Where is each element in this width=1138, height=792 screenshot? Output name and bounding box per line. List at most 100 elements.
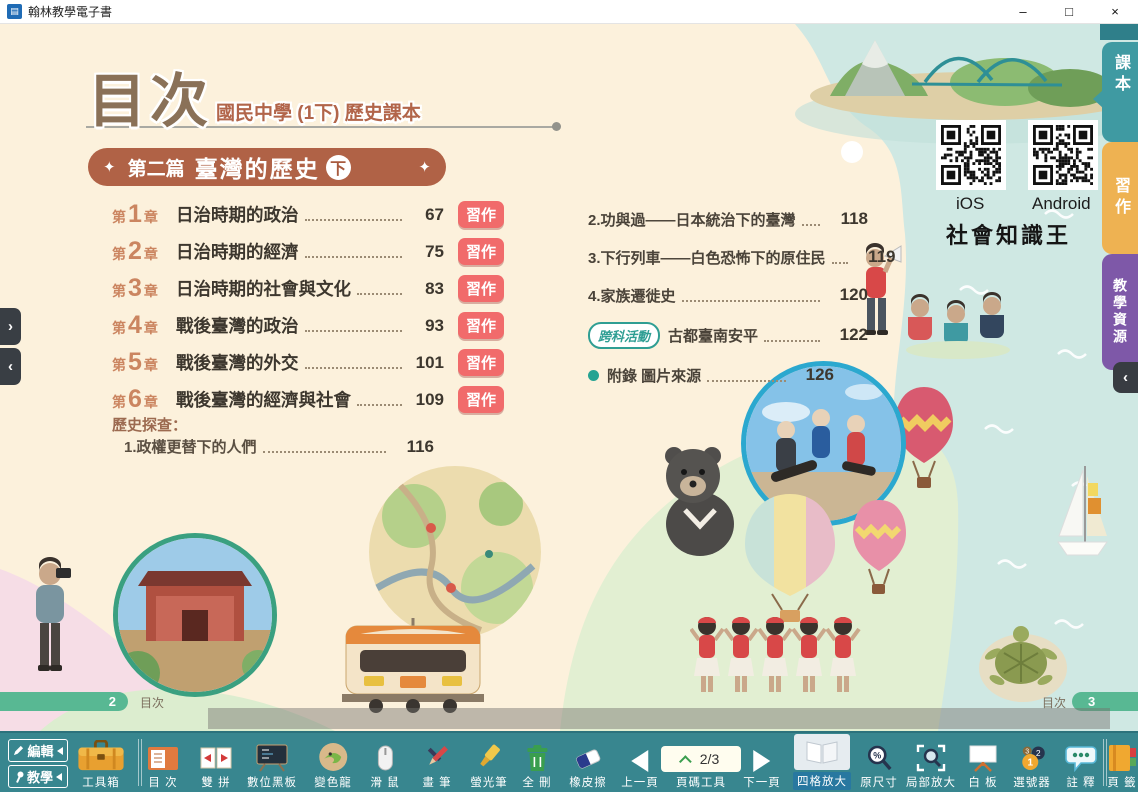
toolbar-number-picker[interactable]: 321 選號器 (1013, 740, 1051, 790)
toc-item[interactable]: 4.家族遷徙史 120 (588, 276, 868, 314)
title-underline-dot (552, 122, 561, 131)
toolbar-dual-page[interactable]: 雙 拼 (200, 740, 232, 790)
toc-item[interactable]: 3.下行列車——白色恐怖下的原住民 119 (588, 238, 868, 276)
banner-title: 臺灣的歷史 (195, 150, 320, 184)
chapter-title: 戰後臺灣的政治 (176, 313, 299, 338)
toolbar-mouse[interactable]: 滑 鼠 (370, 740, 399, 790)
chapter-row[interactable]: 第6章 戰後臺灣的經濟與社會 109 習作 (112, 381, 504, 418)
minimize-button[interactable]: – (1006, 0, 1040, 23)
actual-size-icon: % (865, 740, 893, 772)
toolbar-next-page[interactable]: 下一頁 (743, 740, 781, 790)
highlighter-icon (474, 740, 504, 772)
workbook-button[interactable]: 習作 (458, 386, 504, 413)
chapter-row[interactable]: 第5章 戰後臺灣的外交 101 習作 (112, 344, 504, 381)
toolbar-delete-all[interactable]: 全 刪 (522, 740, 551, 790)
dot-leader (357, 282, 402, 295)
explore-heading: 歷史探查： (112, 414, 187, 435)
chapter-title: 日治時期的政治 (176, 202, 299, 227)
tab-teaching-resources[interactable]: 教學資源 (1102, 254, 1138, 370)
chapter-title: 戰後臺灣的經濟與社會 (176, 387, 351, 412)
blackboard-icon (255, 740, 289, 772)
panel-expand-button[interactable]: › (0, 308, 21, 345)
microphone-icon (14, 771, 24, 783)
toolbar-whiteboard[interactable]: 白 板 (967, 740, 999, 790)
active-tab-pointer (1093, 90, 1103, 108)
sitting-group-illustration (900, 278, 1015, 378)
toolbar-page-tool[interactable]: 2/3 頁碼工具 (661, 746, 741, 790)
toolbar-quad-zoom[interactable]: 四格放大 (793, 734, 851, 790)
banner-prefix: 第二篇 (128, 154, 185, 181)
whiteboard-icon (967, 740, 999, 772)
pen-icon (422, 740, 452, 772)
chapter-list: 第1章 日治時期的政治 67 習作 第2章 日治時期的經濟 75 習作 第3章 … (112, 196, 504, 418)
scroll-overlay-bar[interactable] (208, 708, 1110, 729)
toolbar-chameleon[interactable]: 變色龍 (314, 740, 352, 790)
bookmark-icon (1107, 740, 1137, 772)
chapter-row[interactable]: 第1章 日治時期的政治 67 習作 (112, 196, 504, 233)
toolbar-actual-size[interactable]: % 原尺寸 (860, 740, 898, 790)
maximize-button[interactable]: □ (1052, 0, 1086, 23)
toolbar-highlighter[interactable]: 螢光筆 (470, 740, 508, 790)
ebook-page: 目次 國民中學 (1下) 歷史課本 ✦ 第二篇 臺灣的歷史 下 ✦ 第1章 日治… (0, 24, 1138, 731)
close-button[interactable]: × (1098, 0, 1132, 23)
chapter-page: 109 (408, 390, 444, 410)
chapter-row[interactable]: 第3章 日治時期的社會與文化 83 習作 (112, 270, 504, 307)
workbook-button[interactable]: 習作 (458, 312, 504, 339)
panel-collapse-button[interactable]: ‹ (0, 348, 21, 385)
toolbar-toc[interactable]: 目 次 (147, 740, 179, 790)
page-indicator-input[interactable]: 2/3 (661, 746, 741, 772)
edit-mode-button[interactable]: 編輯 (8, 739, 68, 762)
toolbox-icon (73, 740, 129, 772)
toc-item[interactable]: 1.政權更替下的人們 116 (124, 436, 434, 457)
toolbar-annotation[interactable]: 註 釋 (1065, 740, 1097, 790)
toolbar-eraser[interactable]: 橡皮擦 (569, 740, 607, 790)
dual-page-icon (200, 740, 232, 772)
toolbar-divider (138, 739, 142, 786)
train-illustration (318, 618, 508, 718)
chapter-title: 日治時期的社會與文化 (176, 276, 351, 301)
tab-textbook[interactable]: 課本 (1102, 42, 1138, 142)
chevron-up-icon[interactable] (679, 755, 692, 768)
workbook-button[interactable]: 習作 (458, 238, 504, 265)
chapter-row[interactable]: 第2章 日治時期的經濟 75 習作 (112, 233, 504, 270)
number-picker-icon: 321 (1017, 740, 1047, 772)
bottom-toolbar: 編輯 教學 工具箱 目 次 雙 拼 數位黑板 變色龍 (0, 731, 1138, 792)
tab-workbook[interactable]: 習作 (1102, 142, 1138, 254)
window-titlebar: ▤ 翰林教學電子書 – □ × (0, 0, 1138, 24)
page-title: 目次 (88, 54, 212, 138)
toc-item[interactable]: 2.功與過——日本統治下的臺灣 118 (588, 200, 868, 238)
qr-caption: 社會知識王 (946, 218, 1071, 250)
window-title: 翰林教學電子書 (28, 3, 112, 20)
cross-subject-activity[interactable]: 跨科活動 古都臺南安平 122 (588, 314, 868, 356)
toc-icon (147, 740, 179, 772)
workbook-button[interactable]: 習作 (458, 349, 504, 376)
dot-leader (764, 329, 820, 342)
chapter-page: 83 (408, 279, 444, 299)
toolbar-prev-page[interactable]: 上一頁 (621, 740, 659, 790)
chapter-row[interactable]: 第4章 戰後臺灣的政治 93 習作 (112, 307, 504, 344)
dot-leader (707, 369, 786, 382)
workbook-button[interactable]: 習作 (458, 201, 504, 228)
workbook-button[interactable]: 習作 (458, 275, 504, 302)
toolbar-digital-blackboard[interactable]: 數位黑板 (247, 740, 297, 790)
appendix-item[interactable]: 附錄 圖片來源 126 (588, 356, 834, 394)
annotation-icon (1065, 740, 1097, 772)
android-label: Android (1032, 194, 1091, 214)
teach-mode-button[interactable]: 教學 (8, 765, 68, 788)
toolbar-page-bookmark[interactable]: 頁 籤 (1107, 740, 1137, 790)
previous-page-icon (632, 750, 649, 772)
toolbar-toolbox[interactable]: 工具箱 (73, 740, 129, 790)
quad-zoom-icon (794, 734, 850, 770)
dot-leader (305, 245, 403, 258)
toolbar-partial-zoom[interactable]: 局部放大 (906, 740, 956, 790)
eraser-icon (573, 740, 603, 772)
svg-text:2: 2 (1036, 748, 1041, 758)
mouse-icon (376, 740, 394, 772)
toolbar-pen[interactable]: 畫 筆 (422, 740, 452, 790)
trash-icon (524, 740, 550, 772)
sidebar-collapse-button[interactable]: ‹ (1113, 362, 1138, 393)
section-banner: ✦ 第二篇 臺灣的歷史 下 ✦ (88, 148, 446, 186)
photographer-illustration (20, 552, 80, 697)
page-indicator-value: 2/3 (700, 751, 719, 767)
dot-leader (682, 289, 820, 302)
